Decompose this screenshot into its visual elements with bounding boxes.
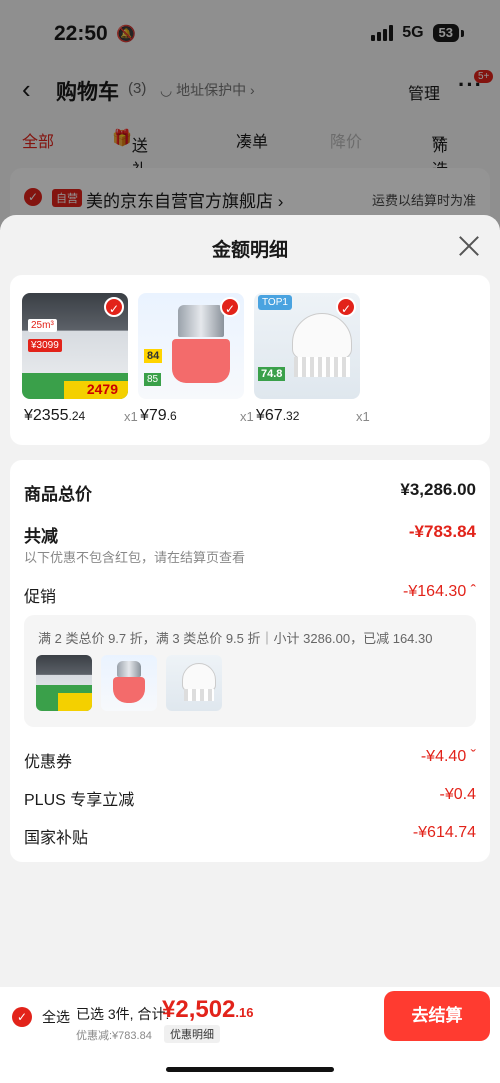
image-tag: TOP1 — [258, 295, 292, 310]
promo-thumb — [36, 655, 92, 711]
discount-line: 优惠减:¥783.84 — [76, 1030, 152, 1042]
select-all-label[interactable]: 全选 — [42, 1007, 70, 1027]
product-item[interactable]: 25m³ ¥3099 2479 ✓ ¥2355.24 x1 — [22, 293, 138, 424]
product-image: TOP1 74.8 ✓ — [254, 293, 360, 399]
product-price: ¥2355.24 — [24, 407, 86, 424]
product-price: ¥67.32 — [256, 407, 300, 424]
image-price-badge: 2479 — [86, 381, 118, 397]
image-price-badge: 84 — [144, 349, 163, 363]
plus-value: -¥0.4 — [439, 786, 476, 803]
image-tag: 25m³ — [28, 319, 57, 332]
product-image: 25m³ ¥3099 2479 ✓ — [22, 293, 128, 399]
promo-detail-text: 满 2 类总价 9.7 折，满 3 类总价 9.5 折｜小计 3286.00，已… — [38, 631, 433, 646]
cart-page-background: 22:50 🔕 5G 53 ‹ 购物车 (3) ◡ 地址保护中 › 管理 ···… — [0, 0, 500, 230]
selected-summary: 已选 3件, 合计: — [76, 1006, 170, 1022]
promo-value: -¥164.30 ˆ — [403, 583, 476, 600]
product-price: ¥79.6 — [140, 407, 177, 424]
select-all-check-icon[interactable]: ✓ — [12, 1007, 32, 1027]
image-shape — [172, 339, 230, 383]
coupon-label: 优惠券 — [24, 754, 73, 771]
image-shape — [292, 313, 352, 359]
discount-note: 以下优惠不包含红包，请在结算页查看 — [24, 550, 246, 565]
bottom-bar: ✓ 全选 已选 3件, 合计: ¥2,502.16 优惠减:¥783.84 优惠… — [0, 987, 500, 1083]
close-icon[interactable] — [456, 233, 482, 259]
amount-detail-sheet: 金额明细 25m³ ¥3099 2479 ✓ ¥2355.24 x1 84 85… — [0, 215, 500, 1083]
product-item[interactable]: TOP1 74.8 ✓ ¥67.32 x1 — [254, 293, 370, 424]
image-price-badge: 74.8 — [258, 367, 286, 381]
image-tag: ¥3099 — [28, 339, 62, 352]
sum-price: ¥2,502.16 — [162, 996, 254, 1023]
promo-detail-box: 满 2 类总价 9.7 折，满 3 类总价 9.5 折｜小计 3286.00，已… — [24, 615, 476, 727]
total-label: 商品总价 — [24, 485, 92, 504]
chevron-up-icon: ˆ — [470, 583, 476, 600]
checkout-button[interactable]: 去结算 — [384, 991, 490, 1041]
reduce-value: -¥783.84 — [408, 522, 476, 541]
summary-card: 商品总价 ¥3,286.00 共减 -¥783.84 以下优惠不包含红包，请在结… — [10, 460, 490, 862]
plus-label: PLUS 专享立减 — [24, 792, 135, 809]
check-icon: ✓ — [104, 297, 124, 317]
check-icon: ✓ — [220, 297, 240, 317]
product-image: 84 85 ✓ — [138, 293, 244, 399]
coupon-value: -¥4.40 ˇ — [420, 748, 476, 765]
reduce-label: 共减 — [24, 527, 58, 546]
promo-thumb — [101, 655, 157, 711]
image-shape — [178, 305, 224, 337]
product-qty: x1 — [356, 409, 370, 424]
product-qty: x1 — [240, 409, 254, 424]
total-value: ¥3,286.00 — [400, 480, 476, 499]
check-icon: ✓ — [336, 297, 356, 317]
sheet-title: 金额明细 — [211, 240, 288, 261]
discount-detail-button[interactable]: 优惠明细 — [164, 1025, 220, 1043]
overlay-mask[interactable] — [0, 0, 500, 230]
product-item[interactable]: 84 85 ✓ ¥79.6 x1 — [138, 293, 254, 424]
image-shape — [294, 357, 350, 377]
home-indicator[interactable] — [166, 1067, 334, 1072]
subsidy-value: -¥614.74 — [412, 824, 476, 841]
promo-label: 促销 — [24, 589, 57, 606]
subsidy-label: 国家补贴 — [24, 830, 89, 847]
products-card: 25m³ ¥3099 2479 ✓ ¥2355.24 x1 84 85 ✓ ¥7… — [10, 275, 490, 445]
chevron-down-icon: ˇ — [470, 748, 476, 765]
promo-thumb — [166, 655, 222, 711]
product-qty: x1 — [124, 409, 138, 424]
image-tag: 85 — [144, 373, 162, 386]
